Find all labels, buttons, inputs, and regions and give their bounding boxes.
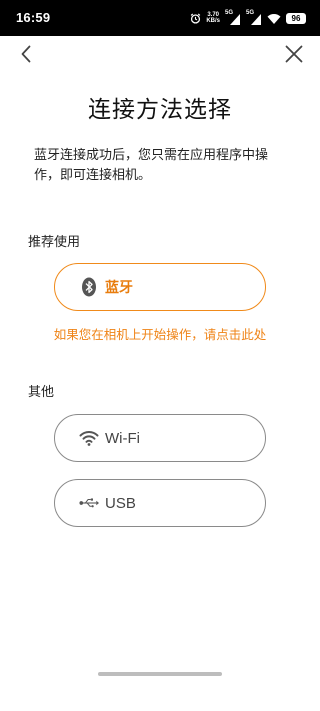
chevron-left-icon xyxy=(21,45,31,63)
bluetooth-icon xyxy=(79,277,99,297)
page-title: 连接方法选择 xyxy=(88,97,232,123)
signal-bars-icon xyxy=(230,14,240,25)
wifi-status-icon xyxy=(267,9,281,28)
back-button[interactable] xyxy=(15,42,39,66)
wifi-button[interactable]: Wi-Fi xyxy=(54,414,266,462)
wifi-icon xyxy=(79,428,99,448)
usb-icon xyxy=(79,493,99,513)
alarm-icon xyxy=(190,9,201,28)
signal-strength-2: 5G xyxy=(246,10,262,25)
status-icons: 3.70 KB/s 5G 5G 96 xyxy=(190,9,306,27)
wifi-label: Wi-Fi xyxy=(105,429,140,447)
status-bar: 16:59 3.70 KB/s 5G 5G 96 xyxy=(0,0,320,36)
other-section-label: 其他 xyxy=(28,385,55,400)
usb-label: USB xyxy=(105,494,136,512)
signal-bars-icon xyxy=(251,14,261,25)
page-description: 蓝牙连接成功后，您只需在应用程序中操作，即可连接相机。 xyxy=(34,148,269,183)
camera-start-hint-link[interactable]: 如果您在相机上开始操作，请点击此处 xyxy=(0,324,320,343)
battery-indicator: 96 xyxy=(286,12,306,24)
usb-button[interactable]: USB xyxy=(54,479,266,527)
connection-method-sheet: 连接方法选择 蓝牙连接成功后，您只需在应用程序中操作，即可连接相机。 推荐使用 … xyxy=(0,36,320,711)
close-button[interactable] xyxy=(282,42,306,66)
bluetooth-button[interactable]: 蓝牙 xyxy=(54,263,266,311)
net-speed: 3.70 KB/s xyxy=(206,12,220,24)
home-indicator[interactable] xyxy=(98,672,222,676)
signal-strength-1: 5G xyxy=(225,10,241,25)
net-speed-unit: KB/s xyxy=(206,18,220,24)
close-icon xyxy=(285,45,303,63)
recommended-section-label: 推荐使用 xyxy=(28,235,81,250)
bluetooth-label: 蓝牙 xyxy=(105,280,133,296)
status-time: 16:59 xyxy=(16,10,51,25)
